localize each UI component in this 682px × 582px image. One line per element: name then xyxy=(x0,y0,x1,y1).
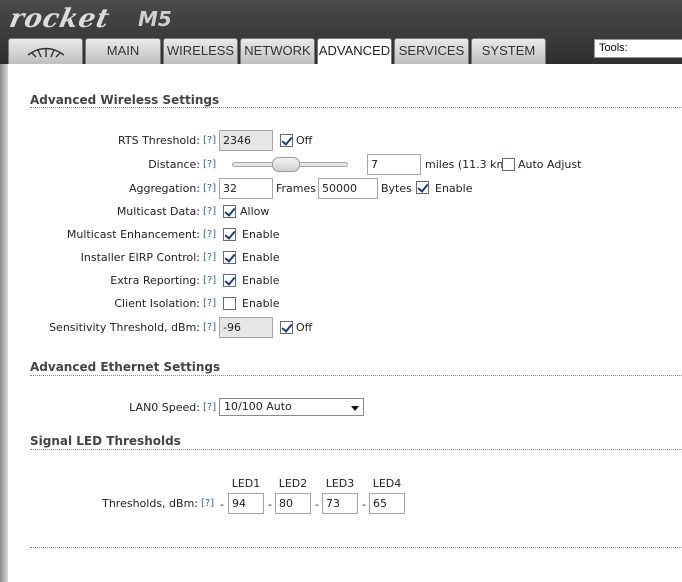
aggregation-frames-input[interactable]: 32 xyxy=(219,178,273,199)
led2-header: LED2 xyxy=(278,477,308,490)
distance-input[interactable]: 7 xyxy=(367,154,421,175)
led-dash: - xyxy=(362,498,366,511)
help-link[interactable]: [?] xyxy=(203,402,216,413)
section-rule xyxy=(30,375,682,376)
aggregation-enable-label: Enable xyxy=(435,182,473,195)
distance-unit: miles (11.3 km) xyxy=(425,158,512,171)
multicast-enhancement-checkbox[interactable] xyxy=(223,228,236,241)
multicast-enhancement-label: Multicast Enhancement: xyxy=(66,228,200,241)
product-logo: rocket xyxy=(6,4,113,34)
lan0-speed-label: LAN0 Speed: xyxy=(129,401,200,414)
chevron-down-icon xyxy=(351,406,359,411)
tab-advanced[interactable]: ADVANCED xyxy=(317,38,392,65)
section-rule xyxy=(30,107,682,108)
led1-input[interactable]: 94 xyxy=(228,493,264,514)
product-model: M5 xyxy=(138,7,172,31)
sensitivity-threshold-label: Sensitivity Threshold, dBm: xyxy=(49,321,200,334)
aggregation-bytes-input[interactable]: 50000 xyxy=(318,178,378,199)
led1-header: LED1 xyxy=(231,477,261,490)
help-link[interactable]: [?] xyxy=(203,159,216,170)
rts-threshold-input[interactable]: 2346 xyxy=(219,130,273,151)
help-link[interactable]: [?] xyxy=(201,498,214,509)
help-link[interactable]: [?] xyxy=(203,298,216,309)
ubnt-logo-icon xyxy=(27,47,64,58)
client-isolation-label: Client Isolation: xyxy=(114,297,200,310)
led4-header: LED4 xyxy=(372,477,402,490)
auto-adjust-checkbox[interactable] xyxy=(502,158,515,171)
led-dash: - xyxy=(268,498,272,511)
led3-input[interactable]: 73 xyxy=(322,493,358,514)
extra-reporting-checkbox[interactable] xyxy=(223,274,236,287)
aggregation-label: Aggregation: xyxy=(128,182,200,195)
tab-wireless[interactable]: WIRELESS xyxy=(163,38,238,64)
client-isolation-enable-label: Enable xyxy=(242,297,280,310)
tools-label: Tools: xyxy=(599,42,628,54)
left-gutter xyxy=(0,64,8,582)
tab-ubnt-logo[interactable] xyxy=(8,38,83,64)
sensitivity-off-label: Off xyxy=(296,321,313,334)
multicast-allow-checkbox[interactable] xyxy=(223,205,236,218)
client-isolation-checkbox[interactable] xyxy=(223,297,236,310)
tab-network[interactable]: NETWORK xyxy=(240,38,315,64)
frames-label: Frames xyxy=(276,182,317,195)
rts-threshold-label: RTS Threshold: xyxy=(118,134,200,147)
installer-eirp-checkbox[interactable] xyxy=(223,251,236,264)
rts-off-label: Off xyxy=(296,134,313,147)
aggregation-enable-checkbox[interactable] xyxy=(416,181,429,194)
bytes-label: Bytes xyxy=(381,182,412,195)
tab-services[interactable]: SERVICES xyxy=(394,38,469,64)
section-title-wireless: Advanced Wireless Settings xyxy=(30,93,220,107)
help-link[interactable]: [?] xyxy=(203,275,216,286)
auto-adjust-label: Auto Adjust xyxy=(518,158,582,171)
help-link[interactable]: [?] xyxy=(203,206,216,217)
sensitivity-off-checkbox[interactable] xyxy=(280,321,293,334)
sensitivity-threshold-input[interactable]: -96 xyxy=(219,317,273,338)
section-title-led: Signal LED Thresholds xyxy=(30,434,181,448)
installer-eirp-label: Installer EIRP Control: xyxy=(80,251,200,264)
led-dash: - xyxy=(315,498,319,511)
section-rule xyxy=(30,449,682,450)
help-link[interactable]: [?] xyxy=(203,252,216,263)
tab-system[interactable]: SYSTEM xyxy=(471,38,546,64)
tab-main[interactable]: MAIN xyxy=(85,38,161,64)
help-link[interactable]: [?] xyxy=(203,135,216,146)
header-bar: rocket M5 MAIN WIRELESS NETWORK ADVANCED… xyxy=(0,0,682,65)
lan0-speed-select[interactable]: 10/100 Auto xyxy=(219,398,364,416)
distance-label: Distance: xyxy=(148,158,200,171)
help-link[interactable]: [?] xyxy=(203,229,216,240)
distance-slider-handle[interactable] xyxy=(271,157,300,172)
led3-header: LED3 xyxy=(325,477,355,490)
led-dash: - xyxy=(220,498,224,511)
rts-off-checkbox[interactable] xyxy=(280,134,293,147)
extra-reporting-enable-label: Enable xyxy=(242,274,280,287)
led4-input[interactable]: 65 xyxy=(369,493,405,514)
led2-input[interactable]: 80 xyxy=(275,493,311,514)
thresholds-label: Thresholds, dBm: xyxy=(102,497,198,510)
help-link[interactable]: [?] xyxy=(203,183,216,194)
multicast-enhancement-enable-label: Enable xyxy=(242,228,280,241)
help-link[interactable]: [?] xyxy=(203,322,216,333)
section-title-ethernet: Advanced Ethernet Settings xyxy=(30,360,221,374)
multicast-data-label: Multicast Data: xyxy=(116,205,200,218)
multicast-allow-label: Allow xyxy=(240,205,270,218)
lan0-speed-value: 10/100 Auto xyxy=(224,400,292,413)
installer-eirp-enable-label: Enable xyxy=(242,251,280,264)
extra-reporting-label: Extra Reporting: xyxy=(110,274,200,287)
bottom-rule xyxy=(30,547,682,548)
